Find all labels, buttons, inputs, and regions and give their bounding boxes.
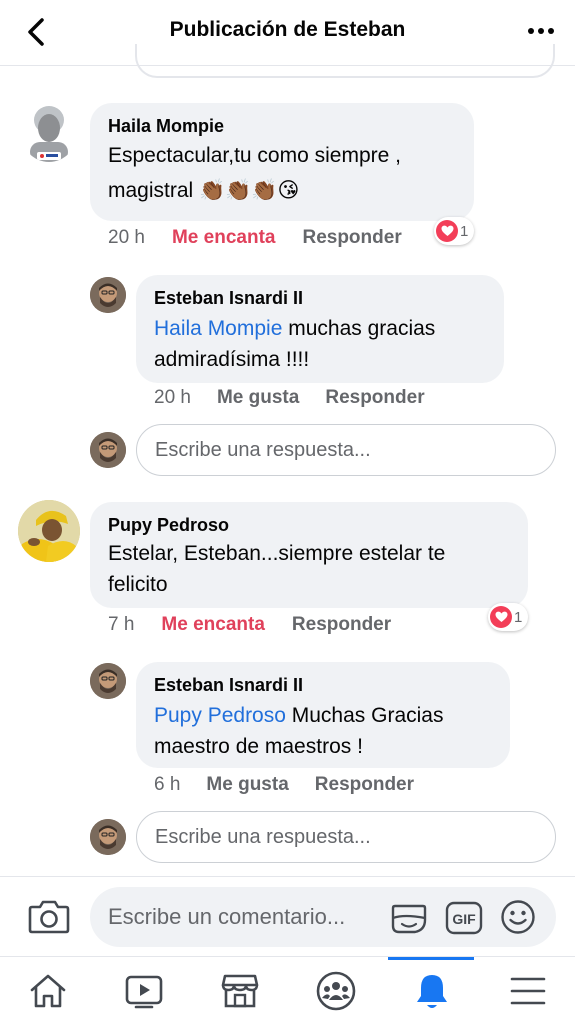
reply-time: 20 h: [154, 387, 191, 408]
comment-text: Espectacular,tu como siempre ,: [108, 144, 401, 167]
reply-text-part: muchas gracias: [282, 317, 436, 340]
avatar[interactable]: [90, 663, 126, 699]
like-button[interactable]: Me gusta: [217, 387, 299, 409]
avatar[interactable]: [90, 277, 126, 313]
reply-bubble[interactable]: Esteban Isnardi II Pupy Pedroso Muchas G…: [136, 662, 510, 768]
avatar[interactable]: [18, 500, 80, 562]
reply-input[interactable]: Escribe una respuesta...: [136, 424, 556, 476]
comment-input[interactable]: Escribe un comentario... GIF: [90, 887, 556, 947]
reaction-count-badge[interactable]: 1: [488, 603, 529, 631]
comment-actions: 7 h Me encanta Responder: [108, 614, 391, 636]
reply-time: 6 h: [154, 774, 181, 795]
comment-author[interactable]: Pupy Pedroso: [108, 514, 510, 536]
like-button[interactable]: Me gusta: [206, 774, 288, 796]
tab-home[interactable]: [0, 957, 95, 1024]
previous-reply-input[interactable]: [135, 44, 555, 78]
reply-button[interactable]: Responder: [315, 774, 414, 796]
reaction-count-badge[interactable]: 1: [434, 217, 475, 245]
reply-text-part: Muchas Gracias: [285, 704, 444, 727]
sticker-icon[interactable]: [390, 900, 428, 936]
emoji-icon[interactable]: [500, 899, 536, 935]
marketplace-icon: [221, 974, 258, 1008]
tab-menu[interactable]: [480, 957, 575, 1024]
reply-button[interactable]: Responder: [302, 227, 401, 249]
reply-button[interactable]: Responder: [325, 387, 424, 409]
reply-text: Haila Mompie muchas gracias: [154, 313, 486, 344]
comment-author[interactable]: Haila Mompie: [108, 115, 456, 137]
reaction-count: 1: [514, 608, 523, 626]
mention-link[interactable]: Haila Mompie: [154, 317, 282, 340]
comment-bubble[interactable]: Pupy Pedroso Estelar, Esteban...siempre …: [90, 502, 528, 608]
heart-icon: [436, 220, 458, 242]
comment-time: 7 h: [108, 614, 135, 635]
mention-link[interactable]: Pupy Pedroso: [154, 704, 286, 727]
reply-text: Pupy Pedroso Muchas Gracias: [154, 700, 492, 731]
comment-text: Estelar, Esteban...siempre estelar te: [108, 542, 446, 565]
avatar: [90, 819, 126, 855]
tab-notifications[interactable]: [384, 957, 479, 1024]
comment-actions: 20 h Me encanta Responder: [108, 227, 402, 249]
reaction-count: 1: [460, 222, 469, 240]
gif-label: GIF: [452, 911, 476, 927]
comment-text: felicito: [108, 573, 168, 596]
menu-icon: [510, 977, 545, 1005]
comment-composer: Escribe un comentario... GIF: [0, 876, 575, 956]
tab-groups[interactable]: [288, 957, 383, 1024]
comment-input-placeholder: Escribe un comentario...: [108, 904, 346, 929]
love-reaction-button[interactable]: Me encanta: [161, 614, 264, 636]
love-reaction-button[interactable]: Me encanta: [172, 227, 275, 249]
reply-actions: 20 h Me gusta Responder: [154, 387, 425, 409]
reply-input-placeholder: Escribe una respuesta...: [155, 438, 371, 461]
comment-time: 20 h: [108, 227, 145, 248]
avatar: [90, 432, 126, 468]
reply-text: maestro de maestros !: [154, 735, 363, 758]
home-icon: [30, 974, 65, 1008]
page-title: Publicación de Esteban: [169, 18, 406, 41]
gif-icon[interactable]: GIF: [445, 901, 483, 935]
reply-bubble[interactable]: Esteban Isnardi II Haila Mompie muchas g…: [136, 275, 504, 383]
reply-text: admiradísima !!!!: [154, 348, 310, 371]
reply-author[interactable]: Esteban Isnardi II: [154, 287, 486, 309]
avatar[interactable]: [20, 100, 78, 162]
reply-input-placeholder: Escribe una respuesta...: [155, 825, 371, 848]
camera-icon[interactable]: [28, 897, 70, 935]
comment-bubble[interactable]: Haila Mompie Espectacular,tu como siempr…: [90, 103, 474, 221]
tab-video[interactable]: [96, 957, 191, 1024]
reply-input[interactable]: Escribe una respuesta...: [136, 811, 556, 863]
notifications-icon: [416, 975, 447, 1008]
comment-text: magistral 👏🏾👏🏾👏🏾😘: [108, 179, 300, 202]
groups-icon: [316, 971, 355, 1011]
reply-author[interactable]: Esteban Isnardi II: [154, 674, 492, 696]
bottom-tab-bar: [0, 956, 575, 1024]
reply-button[interactable]: Responder: [292, 614, 391, 636]
video-icon: [125, 975, 162, 1009]
heart-icon: [490, 606, 512, 628]
more-options-icon[interactable]: [527, 21, 555, 41]
reply-actions: 6 h Me gusta Responder: [154, 774, 414, 796]
tab-marketplace[interactable]: [192, 957, 287, 1024]
